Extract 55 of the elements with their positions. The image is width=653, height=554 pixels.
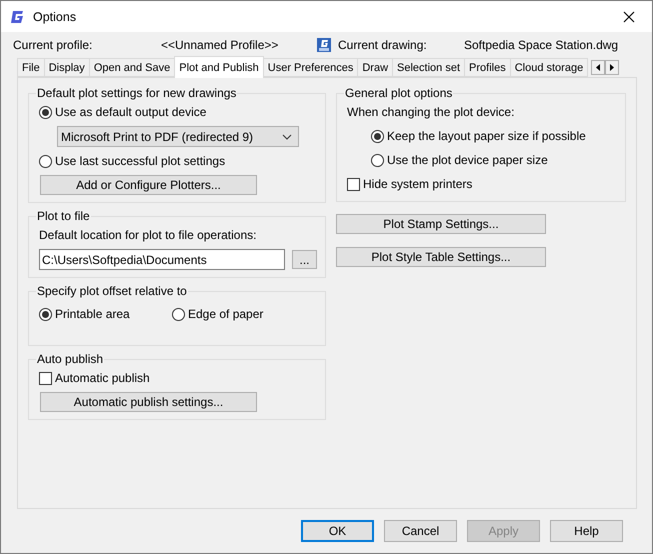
- dialog-button[interactable]: Help: [550, 520, 623, 542]
- radio-button[interactable]: [39, 308, 52, 320]
- checkbox-label: Automatic publish: [55, 371, 150, 385]
- group-title: General plot options: [344, 86, 454, 100]
- radio-button[interactable]: [172, 308, 185, 320]
- checkbox[interactable]: [39, 372, 52, 384]
- field-label: Default location for plot to file operations:: [39, 228, 256, 242]
- radio-button[interactable]: [371, 130, 384, 142]
- triangle-left-icon: [596, 64, 600, 71]
- tab[interactable]: Profiles: [464, 58, 511, 77]
- tab[interactable]: Plot and Publish: [174, 56, 264, 78]
- tab[interactable]: Display: [44, 58, 90, 77]
- close-icon: [623, 10, 635, 22]
- output-device-dropdown[interactable]: Microsoft Print to PDF (redirected 9): [57, 126, 299, 147]
- window-title: Options: [33, 10, 78, 24]
- field-label: When changing the plot device:: [347, 105, 514, 119]
- drawing-label: Current drawing:: [338, 38, 428, 52]
- radio-button[interactable]: [371, 154, 384, 166]
- tab[interactable]: Open and Save: [88, 58, 176, 77]
- tab[interactable]: User Preferences: [262, 58, 358, 77]
- radio-button[interactable]: [39, 154, 52, 168]
- triangle-right-icon: [610, 64, 614, 71]
- dialog-button[interactable]: Cancel: [384, 520, 457, 542]
- dialog-button[interactable]: OK: [301, 520, 374, 542]
- chevron-down-icon: [282, 134, 292, 140]
- drawing-file-icon: [316, 37, 332, 53]
- settings-button[interactable]: Plot Stamp Settings...: [336, 214, 546, 234]
- radio-label: Printable area: [55, 307, 130, 321]
- group-title: Default plot settings for new drawings: [36, 86, 238, 100]
- settings-button[interactable]: Add or Configure Plotters...: [40, 175, 257, 195]
- path-field[interactable]: C:\Users\Softpedia\Documents: [39, 249, 285, 270]
- settings-button[interactable]: Plot Style Table Settings...: [336, 247, 546, 267]
- radio-label: Use as default output device: [55, 105, 206, 119]
- group-title: Auto publish: [36, 352, 104, 366]
- tab[interactable]: File: [17, 58, 45, 77]
- settings-button[interactable]: Automatic publish settings...: [40, 392, 257, 412]
- radio-label: Keep the layout paper size if possible: [387, 129, 586, 143]
- scroll-left-button[interactable]: [591, 60, 606, 75]
- scroll-right-button[interactable]: [605, 60, 620, 75]
- radio-label: Edge of paper: [188, 307, 264, 321]
- app-logo-icon: [10, 10, 24, 24]
- tab[interactable]: Draw: [357, 58, 394, 77]
- tab[interactable]: Cloud storage: [510, 58, 588, 77]
- group-title: Plot to file: [36, 209, 91, 223]
- checkbox[interactable]: [347, 178, 360, 190]
- browse-button[interactable]: ...: [292, 250, 317, 269]
- checkbox-label: Hide system printers: [363, 177, 472, 191]
- radio-label: Use last successful plot settings: [55, 154, 226, 168]
- profile-name: <<Unnamed Profile>>: [161, 38, 280, 52]
- radio-button[interactable]: [39, 106, 52, 118]
- drawing-name: Softpedia Space Station.dwg: [464, 38, 618, 52]
- radio-label: Use the plot device paper size: [387, 153, 548, 167]
- tab[interactable]: Selection set: [392, 58, 466, 77]
- profile-label: Current profile:: [13, 38, 94, 52]
- group-title: Specify plot offset relative to: [36, 284, 188, 298]
